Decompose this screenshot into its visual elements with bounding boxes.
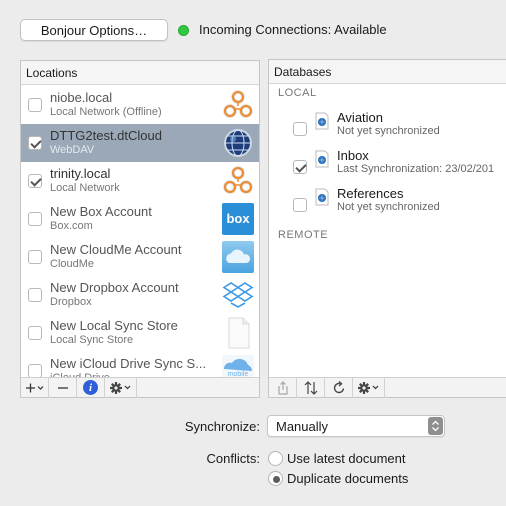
database-row[interactable]: Inbox Last Synchronization: 23/02/201: [269, 148, 506, 186]
remote-section-label: REMOTE: [278, 229, 329, 241]
location-name: New Box Account: [50, 204, 152, 219]
location-type: Box.com: [50, 220, 93, 232]
location-checkbox[interactable]: [28, 174, 42, 188]
plus-icon: [25, 383, 43, 392]
radio-duplicate-documents-label[interactable]: Duplicate documents: [287, 471, 408, 486]
database-sync-status: Not yet synchronized: [337, 201, 440, 213]
location-checkbox[interactable]: [28, 98, 42, 112]
location-row[interactable]: New Local Sync Store Local Sync Store: [21, 314, 259, 352]
location-type: Dropbox: [50, 296, 92, 308]
location-actions-menu-button[interactable]: [105, 377, 137, 398]
location-row[interactable]: trinity.local Local Network: [21, 162, 259, 200]
bonjour-icon: [222, 89, 254, 121]
cloudme-icon: [222, 241, 254, 273]
location-name: New Local Sync Store: [50, 318, 178, 333]
location-name: New iCloud Drive Sync S...: [50, 356, 207, 371]
synchronize-label: Synchronize:: [184, 419, 260, 434]
globe-icon: [222, 127, 254, 159]
share-button[interactable]: [269, 377, 297, 398]
gear-icon: [109, 381, 130, 394]
location-row[interactable]: New iCloud Drive Sync S... iCloud Drive mo…: [21, 352, 259, 378]
database-name: Inbox: [337, 148, 369, 163]
location-checkbox[interactable]: [28, 212, 42, 226]
refresh-button[interactable]: [325, 377, 353, 398]
sort-arrows-icon: [304, 380, 317, 395]
add-location-button[interactable]: [21, 377, 49, 398]
sync-direction-button[interactable]: [297, 377, 325, 398]
minus-icon: [57, 386, 68, 389]
database-sync-status: Not yet synchronized: [337, 125, 440, 137]
remove-location-button[interactable]: [49, 377, 77, 398]
locations-toolbar: i: [21, 377, 259, 398]
databases-panel: Databases LOCAL Aviation Not yet synchron…: [268, 59, 506, 398]
location-name: New CloudMe Account: [50, 242, 182, 257]
database-file-icon: [314, 112, 330, 130]
location-row[interactable]: DTTG2test.dtCloud WebDAV: [21, 124, 259, 162]
status-indicator-icon: [178, 25, 189, 36]
select-stepper-icon: [428, 417, 443, 435]
location-row[interactable]: New Dropbox Account Dropbox: [21, 276, 259, 314]
database-checkbox[interactable]: [293, 122, 307, 136]
databases-header: Databases: [269, 60, 506, 84]
bonjour-options-button[interactable]: Bonjour Options…: [20, 19, 168, 41]
location-checkbox[interactable]: [28, 326, 42, 340]
document-icon: [222, 317, 254, 349]
database-name: References: [337, 186, 404, 201]
radio-duplicate-documents[interactable]: [268, 471, 283, 486]
location-checkbox[interactable]: [28, 250, 42, 264]
location-checkbox[interactable]: [28, 288, 42, 302]
database-file-icon: [314, 188, 330, 206]
location-name: niobe.local: [50, 90, 113, 105]
synchronize-value: Manually: [276, 419, 329, 434]
location-name: trinity.local: [50, 166, 111, 181]
location-type: WebDAV: [50, 144, 95, 156]
radio-circle[interactable]: [268, 451, 283, 466]
database-checkbox[interactable]: [293, 160, 307, 174]
share-icon: [277, 380, 288, 395]
box-logo-text: box: [226, 211, 250, 226]
radio-use-latest[interactable]: [268, 451, 283, 466]
database-actions-menu-button[interactable]: [353, 377, 385, 398]
location-type: CloudMe: [50, 258, 95, 270]
location-row[interactable]: New Box Account Box.com box: [21, 200, 259, 238]
location-type: Local Sync Store: [50, 334, 134, 346]
database-row[interactable]: Aviation Not yet synchronized: [269, 110, 506, 148]
location-name: DTTG2test.dtCloud: [50, 128, 162, 143]
info-icon: i: [83, 380, 98, 395]
radio-circle[interactable]: [268, 471, 283, 486]
database-checkbox[interactable]: [293, 198, 307, 212]
box-icon: box: [222, 203, 254, 235]
dropbox-icon: [222, 279, 254, 311]
location-checkbox[interactable]: [28, 136, 42, 150]
location-type: Local Network: [50, 182, 120, 194]
conflicts-label: Conflicts:: [206, 451, 260, 466]
gear-icon: [357, 381, 378, 394]
radio-use-latest-label[interactable]: Use latest document: [287, 451, 406, 466]
info-button[interactable]: i: [77, 377, 105, 398]
databases-toolbar: [269, 377, 506, 398]
location-checkbox[interactable]: [28, 364, 42, 378]
database-file-icon: [314, 150, 330, 168]
locations-panel: Locations niobe.local Local Network (Offl…: [20, 60, 260, 398]
bonjour-icon: [222, 165, 254, 197]
database-name: Aviation: [337, 110, 384, 125]
locations-list[interactable]: niobe.local Local Network (Offline) DTTG2t…: [21, 86, 259, 378]
local-section-label: LOCAL: [278, 87, 317, 99]
refresh-icon: [333, 380, 344, 393]
location-type: Local Network (Offline): [50, 106, 162, 118]
synchronize-select[interactable]: Manually: [267, 415, 445, 437]
database-row[interactable]: References Not yet synchronized: [269, 186, 506, 224]
locations-header: Locations: [21, 61, 259, 85]
location-row[interactable]: niobe.local Local Network (Offline): [21, 86, 259, 124]
location-row[interactable]: New CloudMe Account CloudMe: [21, 238, 259, 276]
database-sync-status: Last Synchronization: 23/02/201: [337, 163, 495, 175]
mobileme-icon: mobileme: [222, 355, 254, 378]
incoming-connections-status: Incoming Connections: Available: [199, 22, 387, 37]
location-name: New Dropbox Account: [50, 280, 179, 295]
